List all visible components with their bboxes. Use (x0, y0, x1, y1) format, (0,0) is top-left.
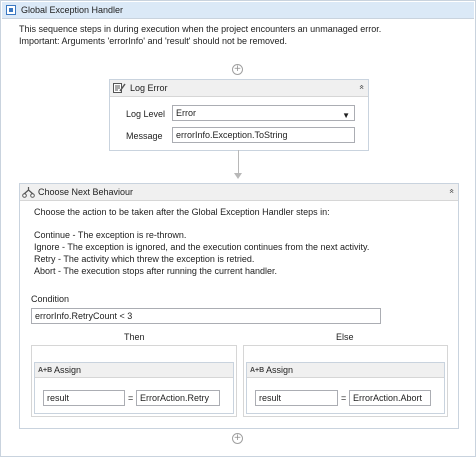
flow-connector (238, 150, 239, 174)
choose-next-behaviour-activity[interactable]: Choose Next Behaviour « Choose the actio… (19, 183, 459, 429)
assign-then-activity[interactable]: A+B Assign result = ErrorAction.Retry (34, 362, 234, 414)
if-icon (22, 187, 35, 198)
log-level-dropdown[interactable]: Error ▼ (172, 105, 355, 121)
then-label: Then (124, 332, 145, 342)
choose-intro-text: Choose the action to be taken after the … (34, 207, 330, 217)
sequence-icon (6, 5, 16, 15)
log-level-label: Log Level (126, 109, 166, 119)
sequence-header[interactable]: Global Exception Handler (2, 2, 474, 19)
collapse-icon[interactable]: « (446, 188, 456, 194)
message-label: Message (126, 131, 163, 141)
condition-input[interactable]: errorInfo.RetryCount < 3 (31, 308, 381, 324)
log-error-title: Log Error (130, 83, 168, 93)
assign-then-to-input[interactable]: result (43, 390, 125, 406)
then-branch[interactable]: A+B Assign result = ErrorAction.Retry (31, 345, 237, 417)
choose-next-behaviour-header[interactable]: Choose Next Behaviour « (20, 184, 458, 201)
global-exception-handler-sequence[interactable]: Global Exception Handler This sequence s… (0, 0, 476, 457)
message-input[interactable]: errorInfo.Exception.ToString (172, 127, 355, 143)
assign-else-header[interactable]: A+B Assign (247, 363, 444, 378)
assign-else-to-input[interactable]: result (255, 390, 338, 406)
add-activity-icon[interactable]: + (232, 433, 243, 444)
assign-else-value-input[interactable]: ErrorAction.Abort (349, 390, 431, 406)
log-message-icon (113, 83, 126, 93)
assign-then-title: Assign (54, 365, 82, 375)
sequence-description-line2: Important: Arguments 'errorInfo' and 're… (19, 36, 288, 46)
assign-else-activity[interactable]: A+B Assign result = ErrorAction.Abort (246, 362, 445, 414)
else-branch[interactable]: A+B Assign result = ErrorAction.Abort (243, 345, 448, 417)
else-label: Else (336, 332, 354, 342)
chevron-down-icon[interactable]: ▼ (342, 109, 350, 120)
condition-label: Condition (31, 294, 70, 304)
option-continue-text: Continue - The exception is re-thrown. (34, 230, 187, 240)
log-level-value: Error (176, 108, 196, 118)
option-ignore-text: Ignore - The exception is ignored, and t… (34, 242, 370, 252)
assign-then-value-input[interactable]: ErrorAction.Retry (136, 390, 220, 406)
assign-else-title: Assign (266, 365, 294, 375)
sequence-description-line1: This sequence steps in during execution … (19, 24, 382, 34)
option-retry-text: Retry - The activity which threw the exc… (34, 254, 255, 264)
assign-else-equals: = (341, 393, 347, 403)
assign-then-header[interactable]: A+B Assign (35, 363, 233, 378)
log-error-activity[interactable]: Log Error « Log Level Error ▼ Message er… (109, 79, 369, 151)
sequence-title: Global Exception Handler (21, 5, 124, 15)
log-error-header[interactable]: Log Error « (110, 80, 368, 97)
assign-then-equals: = (128, 393, 134, 403)
choose-next-behaviour-title: Choose Next Behaviour (38, 187, 134, 197)
option-abort-text: Abort - The execution stops after runnin… (34, 266, 277, 276)
collapse-icon[interactable]: « (356, 84, 366, 90)
add-activity-icon[interactable]: + (232, 64, 243, 75)
assign-icon: A+B (38, 367, 53, 374)
assign-icon: A+B (250, 367, 265, 374)
flow-arrow-icon (234, 173, 242, 179)
